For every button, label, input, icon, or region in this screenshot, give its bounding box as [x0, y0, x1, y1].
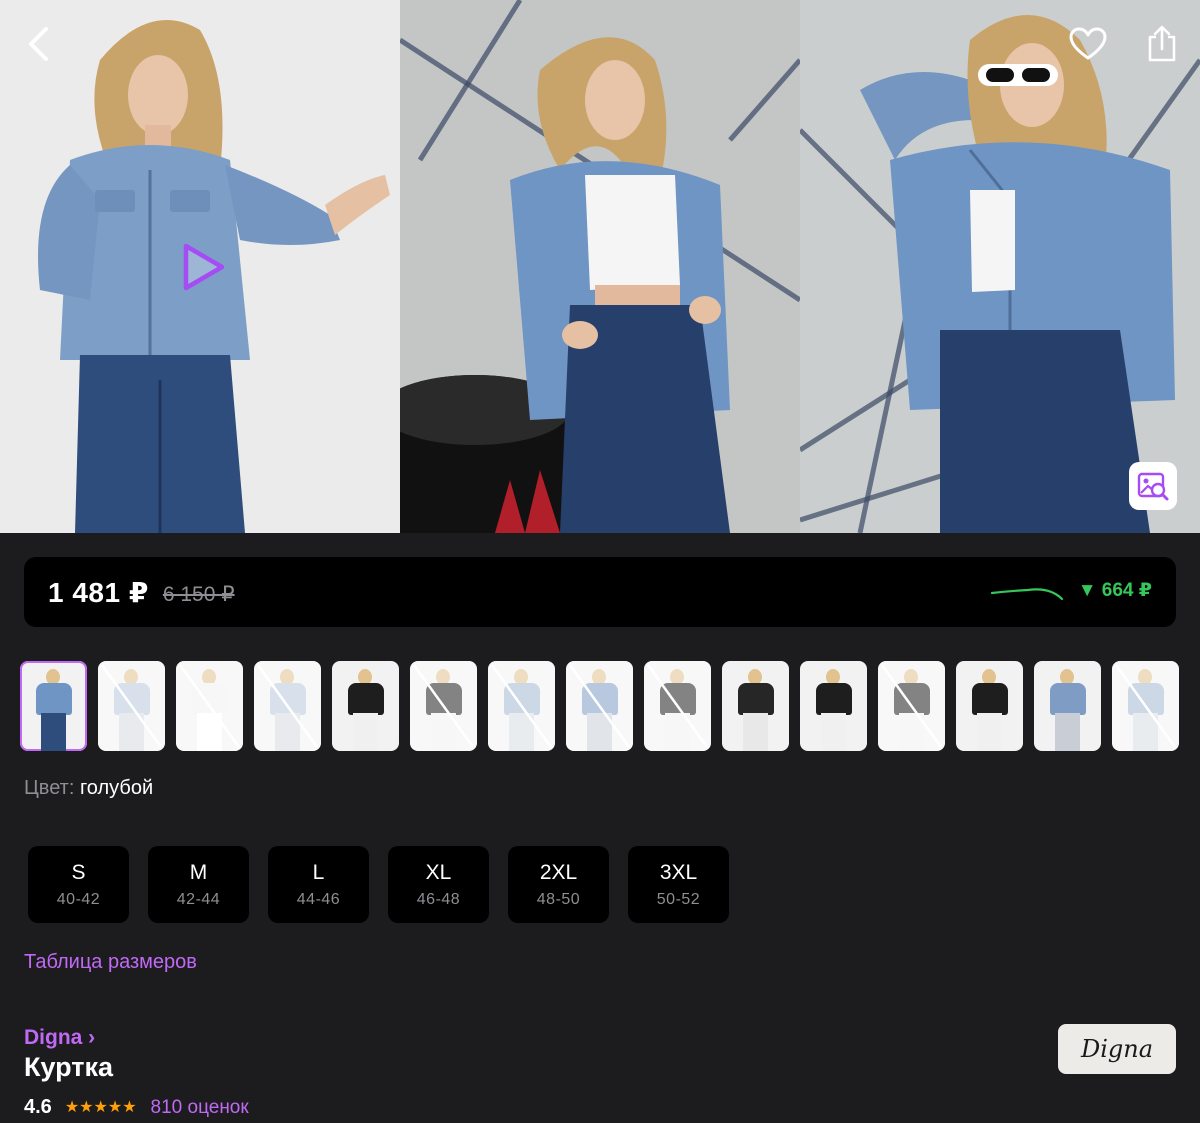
price-trend-sparkline: [990, 588, 1064, 601]
color-thumbnail[interactable]: [878, 661, 945, 751]
brand-logo-text: Digna: [1080, 1035, 1154, 1063]
thumb-legs: [353, 713, 378, 751]
color-thumbnail[interactable]: [1112, 661, 1179, 751]
color-thumbnail[interactable]: [644, 661, 711, 751]
play-icon: [183, 243, 225, 291]
thumb-legs: [41, 713, 66, 751]
rating-value: 4.6: [24, 1096, 52, 1118]
size-button-s[interactable]: S 40-42: [28, 846, 129, 923]
unavailable-slash-icon: [490, 664, 553, 748]
color-thumbnail[interactable]: [488, 661, 555, 751]
size-range: 48-50: [536, 890, 581, 908]
size-name: S: [71, 860, 86, 884]
play-video-button[interactable]: [176, 240, 230, 294]
color-thumbnail[interactable]: [722, 661, 789, 751]
color-thumbnail[interactable]: [332, 661, 399, 751]
color-label: Цвет: голубой: [24, 777, 153, 800]
brand-link[interactable]: Digna ›: [24, 1026, 95, 1050]
size-name: M: [189, 860, 208, 884]
color-thumbnail[interactable]: [176, 661, 243, 751]
unavailable-slash-icon: [256, 664, 319, 748]
color-thumbnails[interactable]: [20, 661, 1200, 751]
thumb-jacket: [1050, 683, 1086, 715]
heart-icon: [1069, 27, 1107, 60]
thumb-legs: [743, 713, 768, 751]
size-range: 40-42: [56, 890, 101, 908]
thumb-jacket: [36, 683, 72, 715]
share-icon: [1148, 25, 1176, 62]
size-range: 44-46: [296, 890, 341, 908]
visual-search-button[interactable]: [1129, 462, 1177, 510]
unavailable-slash-icon: [880, 664, 943, 748]
size-name: XL: [425, 860, 452, 884]
size-range: 42-44: [176, 890, 221, 908]
size-range: 50-52: [656, 890, 701, 908]
price-drop-badge: ▼ 664 ₽: [1077, 580, 1152, 601]
size-button-3xl[interactable]: 3XL 50-52: [628, 846, 729, 923]
current-price: 1 481 ₽: [48, 576, 149, 608]
color-thumbnail[interactable]: [566, 661, 633, 751]
color-thumbnail[interactable]: [254, 661, 321, 751]
image-search-icon: [1137, 472, 1169, 501]
unavailable-slash-icon: [412, 664, 475, 748]
chevron-left-icon: [29, 27, 48, 61]
thumb-jacket: [738, 683, 774, 715]
color-label-caption: Цвет:: [24, 777, 75, 799]
thumb-legs: [1055, 713, 1080, 751]
model-photo-sunglasses: [800, 0, 1200, 533]
size-name: 2XL: [539, 860, 578, 884]
favorite-button[interactable]: [1066, 22, 1110, 66]
color-thumbnail[interactable]: [20, 661, 87, 751]
product-title: Куртка: [24, 1052, 114, 1082]
color-thumbnail[interactable]: [98, 661, 165, 751]
unavailable-slash-icon: [100, 664, 163, 748]
color-thumbnail[interactable]: [1034, 661, 1101, 751]
old-price: 6 150 ₽: [162, 582, 235, 606]
size-range: 46-48: [416, 890, 461, 908]
color-thumbnail[interactable]: [410, 661, 477, 751]
share-button[interactable]: [1140, 22, 1184, 66]
unavailable-slash-icon: [178, 664, 241, 748]
thumb-jacket: [348, 683, 384, 715]
unavailable-slash-icon: [1114, 664, 1177, 748]
size-table-link[interactable]: Таблица размеров: [24, 951, 197, 974]
size-button-2xl[interactable]: 2XL 48-50: [508, 846, 609, 923]
color-value: голубой: [79, 777, 154, 799]
product-gallery[interactable]: [0, 0, 1200, 533]
unavailable-slash-icon: [568, 664, 631, 748]
size-name: L: [312, 860, 325, 884]
size-button-xl[interactable]: XL 46-48: [388, 846, 489, 923]
rating-row: 4.6 ★★★★★ 810 оценок: [24, 1096, 249, 1119]
thumb-legs: [977, 713, 1002, 751]
size-button-l[interactable]: L 44-46: [268, 846, 369, 923]
price-bar[interactable]: 1 481 ₽ 6 150 ₽ ▼ 664 ₽: [24, 557, 1176, 627]
thumb-legs: [821, 713, 846, 751]
back-button[interactable]: [16, 22, 60, 66]
gallery-photo-2[interactable]: [400, 0, 800, 533]
model-photo-concrete-wall: [400, 0, 800, 533]
thumb-jacket: [816, 683, 852, 715]
color-thumbnail[interactable]: [956, 661, 1023, 751]
thumb-jacket: [972, 683, 1008, 715]
size-name: 3XL: [659, 860, 698, 884]
gallery-photo-3[interactable]: [800, 0, 1200, 533]
star-icon: ★★★★★: [64, 1098, 137, 1116]
reviews-link[interactable]: 810 оценок: [151, 1097, 249, 1119]
unavailable-slash-icon: [646, 664, 709, 748]
size-selector[interactable]: S 40-42 M 42-44 L 44-46 XL 46-48 2XL 48-…: [28, 846, 729, 923]
color-thumbnail[interactable]: [800, 661, 867, 751]
rating-stars: ★★★★★: [65, 1098, 137, 1118]
size-button-m[interactable]: M 42-44: [148, 846, 249, 923]
brand-logo[interactable]: Digna: [1058, 1024, 1176, 1074]
